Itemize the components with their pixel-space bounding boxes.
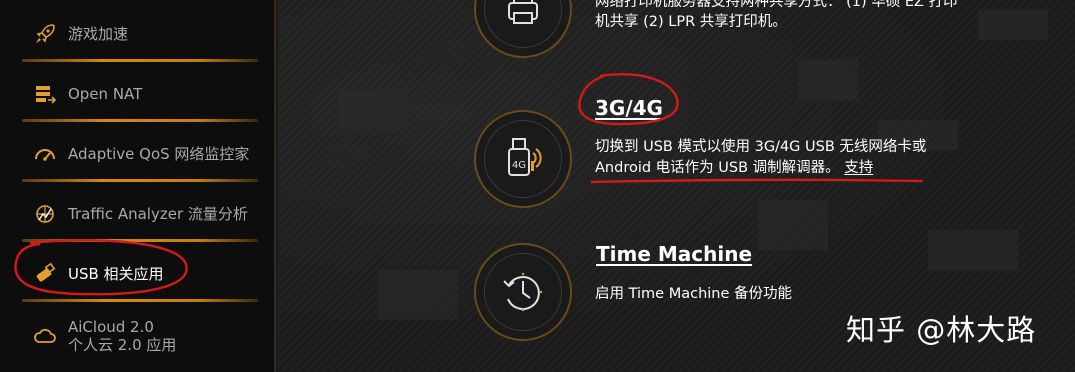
timemachine-title-link[interactable]: Time Machine <box>596 242 752 266</box>
rocket-icon <box>32 21 58 47</box>
printer-description-line2: 机共享 (2) LPR 共享打印机。 <box>595 14 787 30</box>
background-pattern <box>758 200 828 250</box>
modem-description-line2: Android 电话作为 USB 调制解调器。 支持 <box>595 158 873 178</box>
modem-description-text: Android 电话作为 USB 调制解调器。 <box>595 160 840 176</box>
background-pattern <box>928 230 1018 270</box>
modem-description-line1: 切换到 USB 模式以使用 3G/4G USB 无线网络卡或 <box>595 139 927 155</box>
sidebar-item-usb-apps[interactable]: USB 相关应用 <box>22 246 258 302</box>
background-pattern <box>378 270 458 320</box>
background-pattern <box>978 10 1048 40</box>
watermark: 知乎 @林大路 <box>846 313 1037 347</box>
sidebar: 游戏加速 Open NAT Adaptive QoS 网络监控家 Traffic… <box>0 0 276 372</box>
divider <box>22 179 258 182</box>
gauge-icon <box>32 141 58 167</box>
sidebar-item-game-boost[interactable]: 游戏加速 <box>22 6 258 62</box>
sidebar-item-title: AiCloud 2.0 <box>68 318 154 336</box>
cloud-icon <box>32 323 58 349</box>
sidebar-item-label: Open NAT <box>68 85 143 103</box>
sidebar-item-label: 游戏加速 <box>68 25 129 43</box>
sidebar-item-label: Adaptive QoS 网络监控家 <box>68 145 250 163</box>
clock-backup-icon <box>503 272 543 312</box>
sidebar-item-traffic-analyzer[interactable]: Traffic Analyzer 流量分析 <box>22 186 258 242</box>
timemachine-description: 启用 Time Machine 备份功能 <box>595 286 793 302</box>
sidebar-item-label: USB 相关应用 <box>68 265 164 283</box>
background-pattern <box>798 60 858 100</box>
modem-feature-icon[interactable]: 4G <box>474 110 572 208</box>
sidebar-item-label: AiCloud 2.0 个人云 2.0 应用 <box>68 318 176 354</box>
modem-title-link[interactable]: 3G/4G <box>595 96 663 120</box>
printer-icon <box>508 0 538 24</box>
traffic-analyzer-icon <box>32 201 58 227</box>
divider <box>22 119 258 122</box>
timemachine-feature-icon[interactable] <box>474 243 572 341</box>
sidebar-item-aicloud[interactable]: AiCloud 2.0 个人云 2.0 应用 <box>22 306 258 366</box>
divider <box>22 59 258 62</box>
support-link[interactable]: 支持 <box>844 160 873 176</box>
nat-server-icon <box>32 81 58 107</box>
printer-description-line1: 网络打印机服务器支持两种共享方式： (1) 华硕 EZ 打印 <box>595 0 958 10</box>
divider <box>22 299 258 302</box>
sidebar-item-subtitle: 个人云 2.0 应用 <box>68 336 177 354</box>
sidebar-item-open-nat[interactable]: Open NAT <box>22 66 258 122</box>
modem-icon-label: 4G <box>512 160 526 171</box>
sidebar-item-label: Traffic Analyzer 流量分析 <box>68 205 248 223</box>
printer-feature-icon[interactable] <box>474 0 572 58</box>
usb-modem-icon: 4G <box>508 138 542 176</box>
sidebar-item-adaptive-qos[interactable]: Adaptive QoS 网络监控家 <box>22 126 258 182</box>
background-pattern <box>338 90 408 130</box>
divider <box>22 239 258 242</box>
usb-icon <box>32 261 58 287</box>
